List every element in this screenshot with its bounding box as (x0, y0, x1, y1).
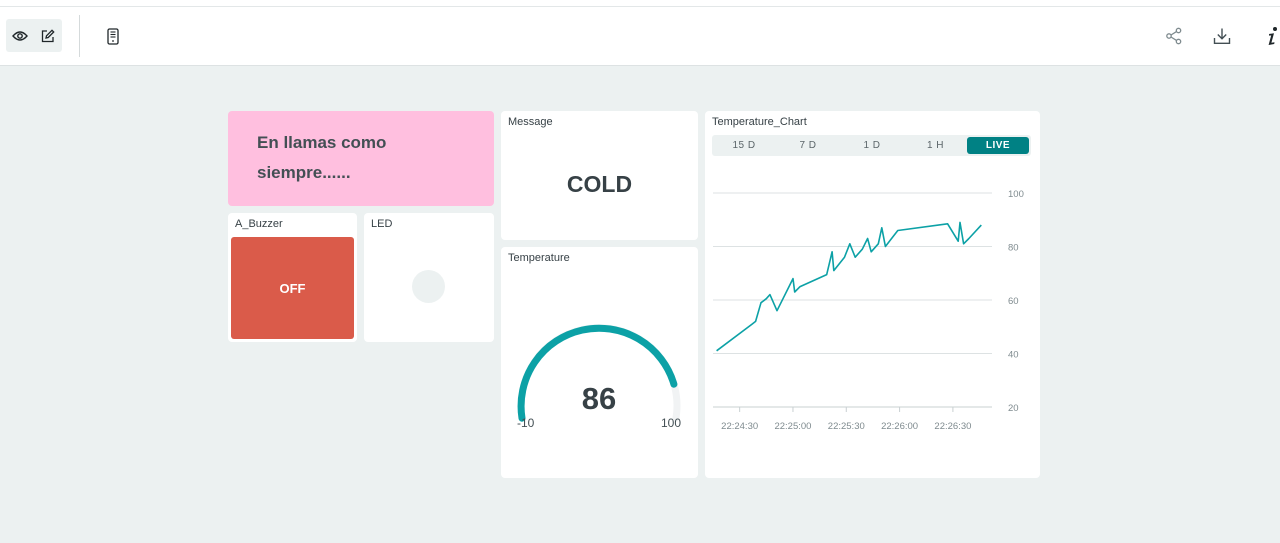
y-tick-label: 40 (1008, 350, 1019, 361)
temperature-gauge: 86 -10 100 (517, 324, 681, 430)
temperature-line (716, 221, 982, 352)
download-button[interactable] (1210, 23, 1234, 49)
message-widget: Message COLD (501, 111, 698, 240)
message-line-2: siempre...... (257, 163, 351, 182)
share-button[interactable] (1162, 23, 1186, 49)
temperature-chart-widget: Temperature_Chart 15 D 7 D 1 D 1 H LIVE … (705, 111, 1040, 478)
dashboard-toolbar (0, 7, 1280, 66)
temperature-widget: Temperature 86 -10 100 (501, 247, 698, 478)
message-title: Message (508, 116, 553, 128)
buzzer-switch[interactable]: OFF (231, 237, 354, 339)
info-button[interactable] (1260, 23, 1280, 49)
message-text: En llamas como siempre...... (257, 128, 477, 188)
message-text-widget: En llamas como siempre...... (228, 111, 494, 206)
led-title: LED (371, 218, 393, 230)
buzzer-state: OFF (279, 280, 306, 296)
mode-toggle (6, 19, 62, 52)
chart-plot: 20 40 60 80 100 22:24:30 22:25:00 22:25:30 22:26… (713, 189, 1024, 432)
gauge-max-label: 100 (661, 416, 681, 430)
y-tick-label: 60 (1008, 296, 1019, 307)
x-tick-label: 22:24:30 (721, 421, 758, 432)
download-icon (1213, 28, 1231, 44)
mobile-view-button[interactable] (101, 23, 125, 49)
led-widget: LED (364, 213, 494, 342)
message-value: COLD (566, 171, 633, 197)
temperature-value: 86 (582, 381, 616, 416)
edit-mode-button[interactable] (34, 19, 62, 52)
led-indicator (412, 270, 445, 303)
x-tick-label: 22:26:30 (934, 421, 971, 432)
x-tick-label: 22:25:30 (828, 421, 865, 432)
gauge-min-label: -10 (517, 416, 535, 430)
x-tick-label: 22:25:00 (774, 421, 811, 432)
top-strip (0, 0, 1280, 7)
mobile-phone-icon (107, 27, 119, 45)
y-tick-label: 100 (1008, 189, 1024, 200)
share-icon (1166, 27, 1182, 45)
y-tick-label: 20 (1008, 403, 1019, 414)
info-icon (1268, 27, 1277, 45)
x-tick-label: 22:26:00 (881, 421, 918, 432)
buzzer-title: A_Buzzer (235, 218, 283, 230)
toolbar-divider (79, 15, 80, 57)
buzzer-widget: A_Buzzer OFF (228, 213, 357, 342)
pencil-icon (41, 28, 55, 42)
eye-icon (12, 30, 28, 41)
view-mode-button[interactable] (6, 19, 34, 52)
y-tick-label: 80 (1008, 243, 1019, 254)
message-line-1: En llamas como (257, 133, 387, 152)
